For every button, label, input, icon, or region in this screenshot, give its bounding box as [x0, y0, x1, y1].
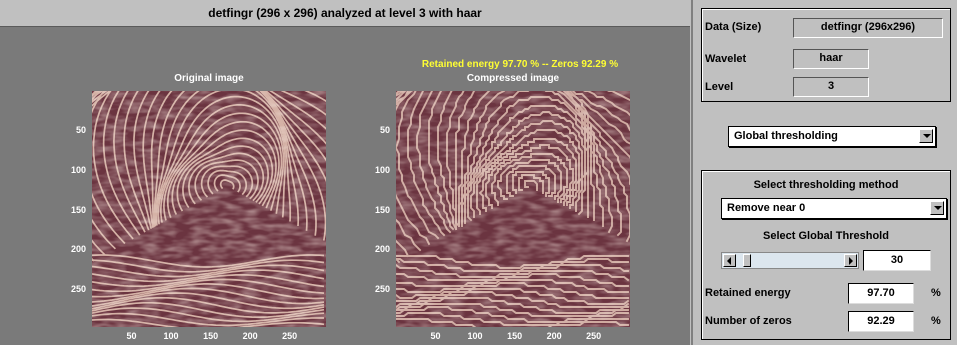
threshold-slider[interactable]: [721, 252, 859, 269]
method-header: Select thresholding method: [753, 179, 899, 191]
y-tick-label: 200: [374, 244, 390, 255]
number-of-zeros-percent: %: [931, 315, 941, 327]
wavelet-label: Wavelet: [705, 53, 747, 65]
retained-energy-percent: %: [931, 287, 941, 299]
compressed-image-title: Compressed image: [466, 73, 560, 84]
chevron-down-icon[interactable]: [919, 129, 933, 143]
data-size-value: detfingr (296x296): [793, 18, 943, 38]
compressed-image: [396, 91, 630, 327]
retained-energy-annotation: Retained energy 97.70 % -- Zeros 92.29 %: [421, 59, 619, 70]
x-tick-label: 200: [242, 331, 258, 341]
x-tick-label: 50: [430, 331, 441, 341]
x-tick-label: 100: [163, 331, 179, 341]
level-label: Level: [705, 81, 734, 93]
x-tick-label: 150: [203, 331, 219, 341]
chevron-down-icon[interactable]: [930, 201, 944, 215]
y-tick-label: 250: [374, 284, 390, 295]
y-tick-label: 250: [70, 284, 86, 295]
thresholding-mode-select[interactable]: Global thresholding: [728, 126, 936, 147]
y-tick-label: 50: [379, 124, 390, 135]
original-image-title: Original image: [174, 73, 244, 84]
y-tick-label: 150: [70, 204, 86, 215]
original-image: [92, 91, 326, 327]
thresholding-method-value: Remove near 0: [727, 202, 806, 214]
y-tick-label: 100: [374, 164, 390, 175]
slider-left-arrow-icon[interactable]: [723, 254, 736, 267]
y-tick-label: 150: [374, 204, 390, 215]
thresholding-method-select[interactable]: Remove near 0: [721, 198, 947, 219]
threshold-input[interactable]: 30: [863, 250, 931, 271]
slider-thumb[interactable]: [742, 254, 751, 267]
data-size-label: Data (Size): [705, 21, 762, 33]
figure-title: detfingr (296 x 296) analyzed at level 3…: [0, 0, 690, 27]
x-tick-label: 100: [467, 331, 483, 341]
wavelet-value: haar: [793, 49, 869, 69]
y-tick-label: 50: [75, 124, 86, 135]
fingerprint-original: [92, 91, 326, 327]
thresholding-mode-value: Global thresholding: [734, 130, 838, 142]
number-of-zeros-label: Number of zeros: [705, 315, 792, 327]
slider-right-arrow-icon[interactable]: [844, 254, 857, 267]
x-tick-label: 250: [586, 331, 602, 341]
x-tick-label: 150: [507, 331, 523, 341]
threshold-header: Select Global Threshold: [763, 230, 889, 242]
x-tick-label: 50: [126, 331, 137, 341]
x-tick-label: 200: [546, 331, 562, 341]
retained-energy-value: 97.70: [848, 283, 914, 304]
control-panel: Data (Size) detfingr (296x296) Wavelet h…: [691, 0, 957, 345]
retained-energy-label: Retained energy: [705, 287, 791, 299]
x-tick-label: 250: [282, 331, 298, 341]
y-tick-label: 200: [70, 244, 86, 255]
figure-window: detfingr (296 x 296) analyzed at level 3…: [0, 0, 690, 345]
number-of-zeros-value: 92.29: [848, 311, 914, 332]
y-tick-label: 100: [70, 164, 86, 175]
level-value: 3: [793, 77, 869, 97]
fingerprint-compressed: [396, 91, 630, 327]
